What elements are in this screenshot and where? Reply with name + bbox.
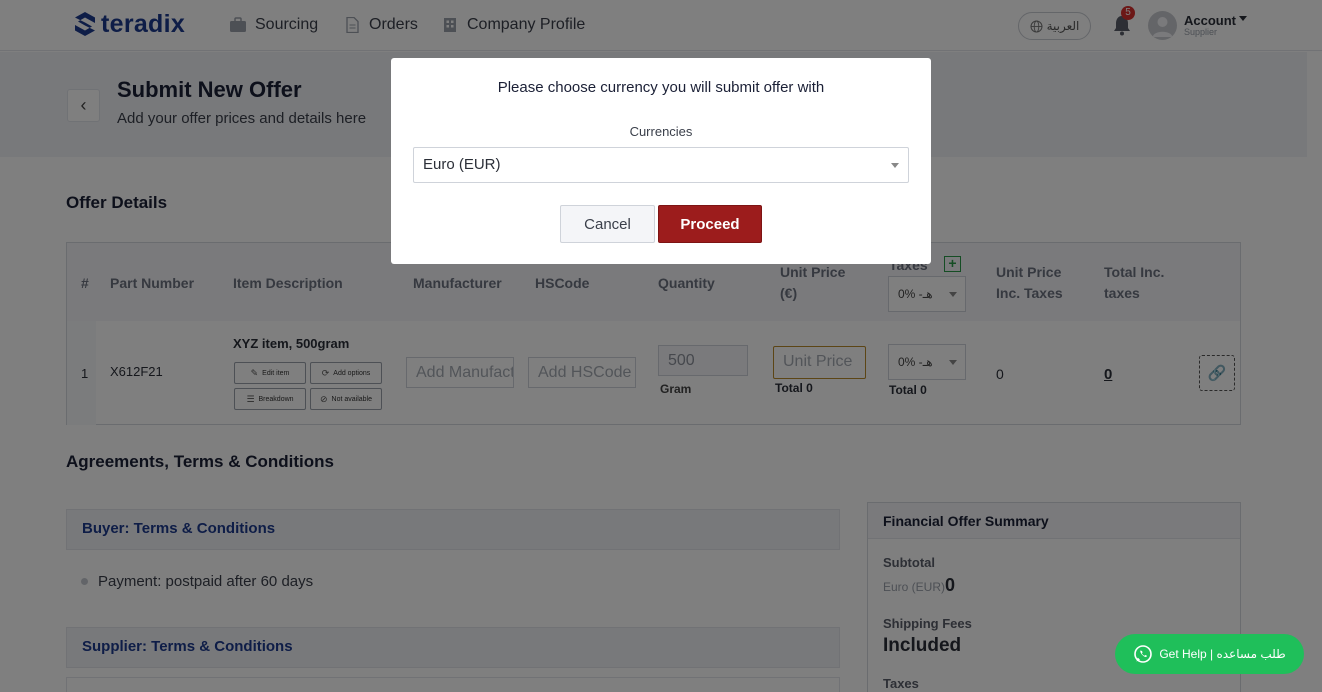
chevron-down-icon — [891, 163, 899, 168]
selected-currency: Euro (EUR) — [423, 156, 501, 173]
cancel-button[interactable]: Cancel — [560, 205, 655, 243]
currency-modal: Please choose currency you will submit o… — [391, 58, 931, 264]
get-help-button[interactable]: Get Help | طلب مساعده — [1115, 634, 1304, 674]
currency-select[interactable]: Euro (EUR) — [413, 147, 909, 183]
whatsapp-icon — [1134, 645, 1153, 663]
modal-title: Please choose currency you will submit o… — [497, 79, 825, 96]
currencies-label: Currencies — [629, 124, 693, 139]
proceed-button[interactable]: Proceed — [658, 205, 762, 243]
get-help-label: Get Help | طلب مساعده — [1159, 647, 1286, 661]
